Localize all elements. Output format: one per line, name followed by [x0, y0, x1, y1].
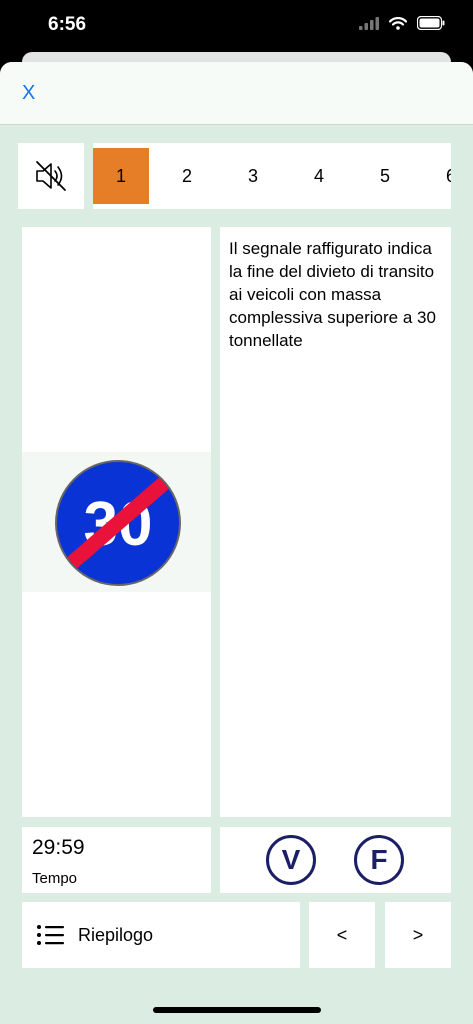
question-number-3[interactable]: 3	[225, 148, 281, 204]
question-panel: Il segnale raffigurato indica la fine de…	[220, 227, 451, 817]
home-indicator[interactable]	[153, 1007, 321, 1013]
list-icon	[37, 925, 64, 945]
status-icons	[359, 16, 445, 30]
sign-panel: 30	[22, 227, 211, 817]
previous-question-button[interactable]: <	[309, 902, 375, 968]
audio-toggle-button[interactable]	[18, 143, 84, 209]
end-of-restriction-sign-image: 30	[55, 460, 181, 586]
timer-label: Tempo	[32, 870, 78, 887]
navigation-bar: X	[0, 62, 473, 125]
answer-true-button[interactable]: V	[266, 835, 316, 885]
close-button[interactable]: X	[22, 82, 35, 105]
answer-panel: V F	[220, 827, 451, 893]
summary-label: Riepilogo	[78, 924, 154, 945]
question-number-6[interactable]: 6	[423, 148, 451, 204]
summary-button[interactable]: Riepilogo	[22, 902, 300, 968]
question-number-2[interactable]: 2	[159, 148, 215, 204]
timer-panel: 29:59 Tempo	[22, 827, 211, 893]
quiz-screen: X 1 2 3 4 5 6 30 Il segna	[0, 62, 473, 1024]
question-selector: 1 2 3 4 5 6	[93, 143, 451, 209]
question-number-1[interactable]: 1	[93, 148, 149, 204]
answer-false-button[interactable]: F	[354, 835, 404, 885]
battery-icon	[417, 16, 445, 30]
next-question-button[interactable]: >	[385, 902, 451, 968]
timer-value: 29:59	[32, 836, 85, 859]
cellular-signal-icon	[359, 16, 379, 30]
question-number-5[interactable]: 5	[357, 148, 413, 204]
question-text: Il segnale raffigurato indica la fine de…	[229, 239, 436, 350]
wifi-icon	[389, 16, 407, 30]
status-time: 6:56	[48, 14, 87, 35]
speaker-muted-icon	[36, 161, 66, 191]
question-number-4[interactable]: 4	[291, 148, 347, 204]
status-bar: 6:56	[0, 0, 473, 52]
